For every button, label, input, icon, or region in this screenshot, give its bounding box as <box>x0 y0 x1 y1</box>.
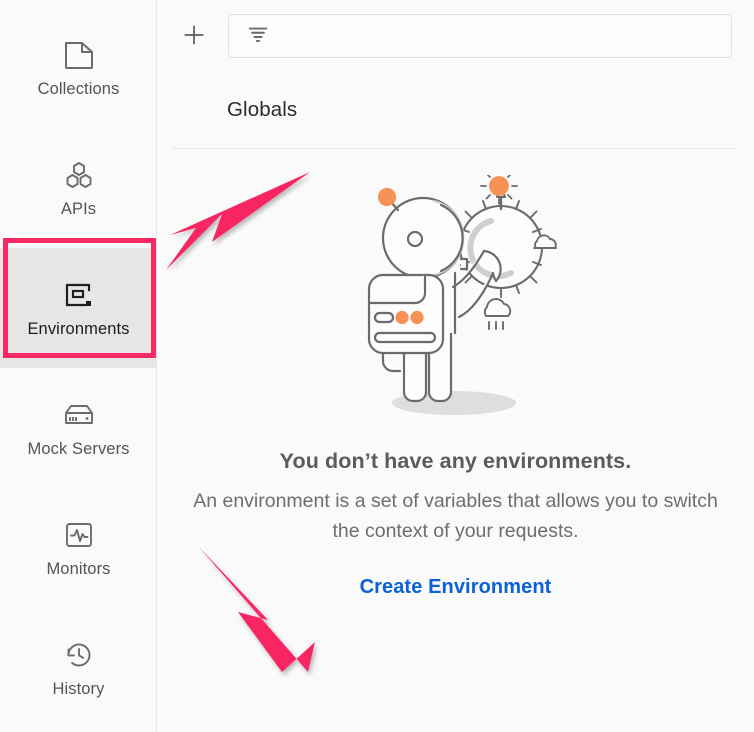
sidebar-item-monitors[interactable]: Monitors <box>0 488 157 608</box>
server-icon <box>62 398 96 432</box>
clock-history-icon <box>62 638 96 672</box>
globals-label: Globals <box>227 98 297 122</box>
toolbar <box>157 0 754 72</box>
create-environment-link[interactable]: Create Environment <box>360 576 552 599</box>
environments-panel: Globals <box>157 0 754 732</box>
add-environment-button[interactable] <box>176 18 212 54</box>
empty-state-description: An environment is a set of variables tha… <box>183 486 728 546</box>
sidebar-item-label: Monitors <box>46 561 110 578</box>
folder-icon <box>62 38 96 72</box>
sidebar: Collections APIs Environments <box>0 0 157 732</box>
sidebar-item-label: Collections <box>38 81 120 98</box>
postman-environments-screen: Collections APIs Environments <box>0 0 754 732</box>
sidebar-item-mock-servers[interactable]: Mock Servers <box>0 368 157 488</box>
sidebar-item-collections[interactable]: Collections <box>0 8 157 128</box>
plus-icon <box>181 22 207 51</box>
sidebar-item-apis[interactable]: APIs <box>0 128 157 248</box>
sidebar-item-label: History <box>52 681 104 698</box>
sidebar-item-history[interactable]: History <box>0 608 157 728</box>
sidebar-item-label: APIs <box>61 201 96 218</box>
globals-row[interactable]: Globals <box>157 72 754 148</box>
filter-input[interactable] <box>228 14 732 58</box>
empty-state-title: You don’t have any environments. <box>280 449 632 474</box>
environments-icon <box>62 278 96 312</box>
pulse-icon <box>62 518 96 552</box>
astronaut-illustration <box>341 175 571 425</box>
sidebar-item-label: Environments <box>27 321 129 338</box>
sidebar-item-label: Mock Servers <box>27 441 129 458</box>
hexagons-icon <box>62 158 96 192</box>
sidebar-item-environments[interactable]: Environments <box>0 248 157 368</box>
filter-icon <box>247 23 269 50</box>
empty-state: You don’t have any environments. An envi… <box>157 149 754 599</box>
